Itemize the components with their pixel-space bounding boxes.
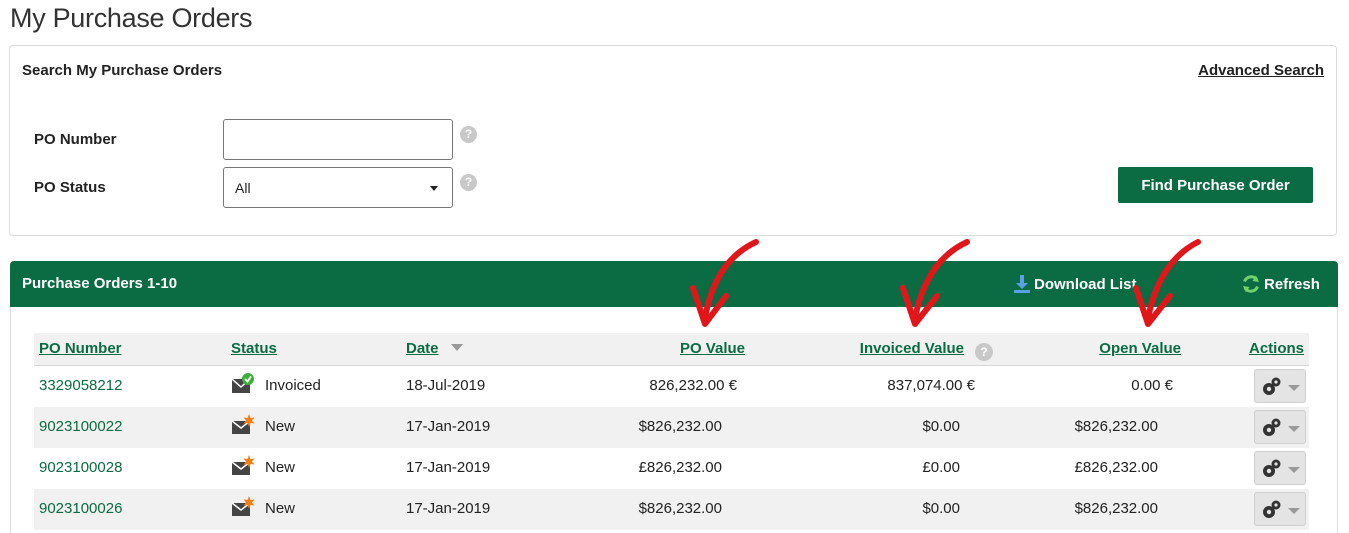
download-list-label: Download List (1034, 275, 1137, 293)
date-cell: 17-Jan-2019 (406, 500, 491, 517)
table-row: 9023100026 New 17-Jan-2019 $826,232.00 $… (34, 489, 1309, 530)
invoiced-value-cell: $0.00 (922, 418, 960, 435)
status-text: New (265, 459, 296, 476)
po-value-cell: £826,232.00 (638, 459, 722, 476)
search-panel-title: Search My Purchase Orders (22, 62, 223, 79)
table-row: 9023100022 New 17-Jan-2019 $826,232.00 $… (34, 407, 1309, 448)
table-row: 3329058212 Invoiced 18-Jul-2019 826,232.… (34, 366, 1309, 407)
po-number-input[interactable] (223, 119, 453, 160)
po-status-select[interactable]: All (223, 167, 453, 208)
po-number-help-icon[interactable]: ? (460, 126, 477, 143)
status-text: New (265, 418, 296, 435)
refresh-icon (1243, 275, 1259, 293)
page-title: My Purchase Orders (10, 3, 253, 33)
status-text: Invoiced (265, 377, 321, 394)
open-value-cell: $826,232.00 (1074, 500, 1158, 517)
chevron-down-icon (1288, 385, 1300, 391)
status-text: New (265, 500, 296, 517)
po-number-label: PO Number (34, 131, 117, 148)
po-number-link[interactable]: 9023100022 (39, 418, 122, 435)
po-status-help-icon[interactable]: ? (460, 174, 477, 191)
invoiced-value-cell: $0.00 (922, 500, 960, 517)
open-value-cell: $826,232.00 (1074, 418, 1158, 435)
gears-icon (1263, 459, 1281, 477)
date-cell: 18-Jul-2019 (406, 377, 486, 394)
envelope-check-icon (231, 373, 254, 393)
download-list-button[interactable]: Download List (1013, 274, 1137, 294)
date-cell: 17-Jan-2019 (406, 418, 491, 435)
po-status-label: PO Status (34, 179, 106, 196)
refresh-label: Refresh (1264, 275, 1320, 293)
column-header-actions: Actions (1249, 340, 1305, 357)
download-icon (1014, 275, 1030, 293)
results-header: Purchase Orders 1-10 Download List Refre… (10, 261, 1338, 307)
envelope-new-icon (231, 496, 255, 516)
actions-menu-button[interactable] (1254, 410, 1306, 444)
search-panel: Search My Purchase Orders Advanced Searc… (9, 45, 1337, 236)
results-title: Purchase Orders 1-10 (22, 275, 178, 292)
po-number-link[interactable]: 9023100028 (39, 459, 122, 476)
date-cell: 17-Jan-2019 (406, 459, 491, 476)
column-header-invoiced-value[interactable]: Invoiced Value (830, 340, 964, 357)
invoiced-value-cell: 837,074.00 € (887, 377, 975, 394)
po-value-cell: $826,232.00 (638, 500, 722, 517)
po-number-link[interactable]: 3329058212 (39, 377, 122, 394)
actions-menu-button[interactable] (1254, 369, 1306, 403)
po-value-cell: 826,232.00 € (649, 377, 737, 394)
refresh-button[interactable]: Refresh (1241, 274, 1320, 294)
column-header-open-value[interactable]: Open Value (1070, 340, 1181, 357)
chevron-down-icon (1288, 508, 1300, 514)
gears-icon (1263, 377, 1281, 395)
column-header-po-value[interactable]: PO Value (645, 340, 745, 357)
chevron-down-icon (1288, 426, 1300, 432)
sort-descending-icon[interactable] (451, 344, 463, 351)
invoiced-value-help-icon[interactable]: ? (975, 343, 993, 361)
envelope-new-icon (231, 414, 255, 434)
invoiced-value-cell: £0.00 (922, 459, 960, 476)
caret-down-icon (430, 186, 438, 191)
open-value-cell: 0.00 € (1131, 377, 1173, 394)
gears-icon (1263, 418, 1281, 436)
advanced-search-link[interactable]: Advanced Search (1198, 62, 1324, 79)
table-row: 9023100028 New 17-Jan-2019 £826,232.00 £… (34, 448, 1309, 489)
open-value-cell: £826,232.00 (1074, 459, 1158, 476)
po-status-selected-value: All (235, 180, 251, 196)
po-value-cell: $826,232.00 (638, 418, 722, 435)
chevron-down-icon (1288, 467, 1300, 473)
po-number-link[interactable]: 9023100026 (39, 500, 122, 517)
column-header-status[interactable]: Status (231, 340, 277, 357)
actions-menu-button[interactable] (1254, 451, 1306, 485)
actions-menu-button[interactable] (1254, 492, 1306, 526)
gears-icon (1263, 500, 1281, 518)
find-purchase-order-button[interactable]: Find Purchase Order (1118, 167, 1313, 203)
column-header-po-number[interactable]: PO Number (39, 340, 122, 357)
envelope-new-icon (231, 455, 255, 475)
column-header-date[interactable]: Date (406, 340, 439, 357)
